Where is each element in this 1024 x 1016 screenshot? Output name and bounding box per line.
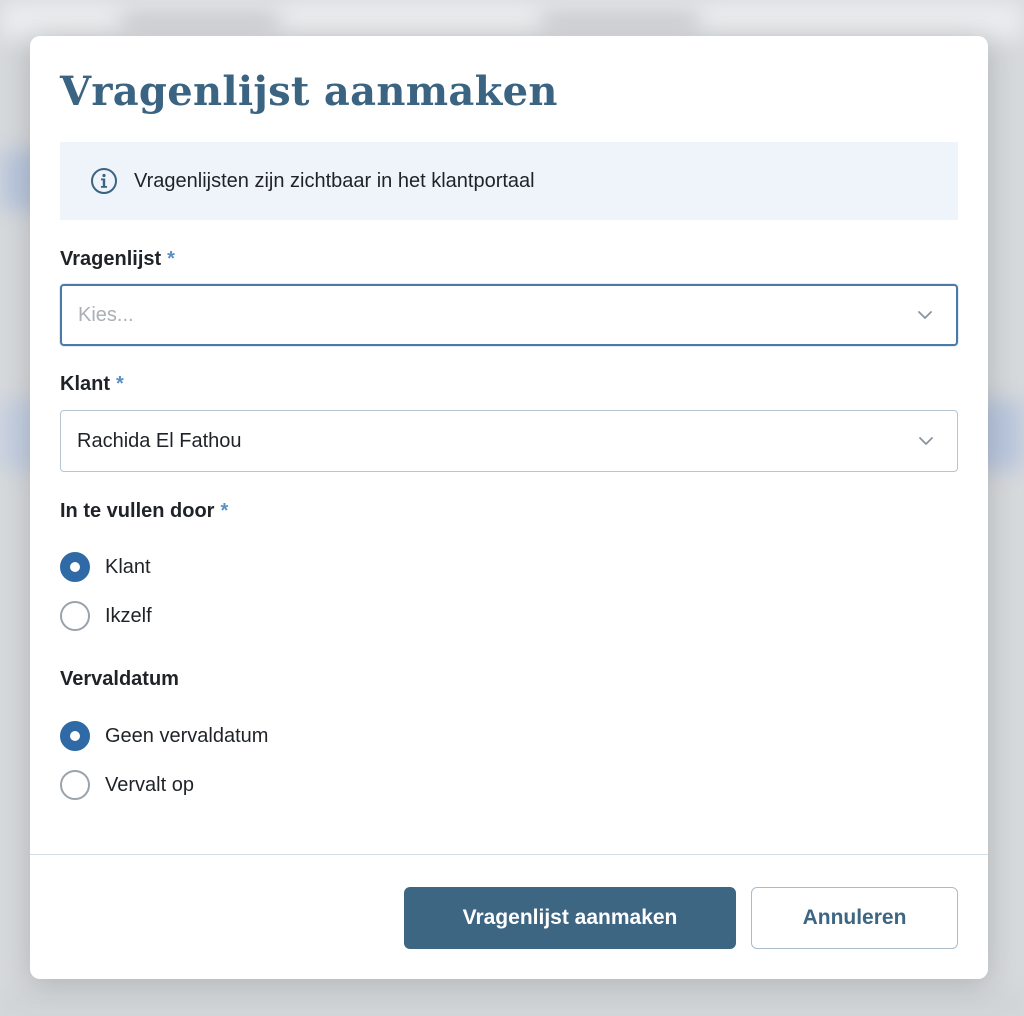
filled-by-label-text: In te vullen door — [60, 500, 215, 522]
radio-button-checked[interactable] — [60, 552, 90, 582]
filled-by-label: In te vullen door * — [60, 500, 228, 523]
cancel-button[interactable]: Annuleren — [751, 887, 958, 949]
questionnaire-label: Vragenlijst * — [60, 248, 175, 271]
client-value: Rachida El Fathou — [77, 429, 242, 452]
required-marker: * — [167, 248, 175, 270]
radio-label: Klant — [105, 555, 151, 578]
create-questionnaire-dialog: Vragenlijst aanmaken Vragenlijsten zijn … — [30, 36, 988, 979]
questionnaire-label-text: Vragenlijst — [60, 248, 162, 270]
radio-filled-by-self[interactable]: Ikzelf — [60, 601, 152, 631]
questionnaire-select[interactable]: Kies... — [60, 284, 958, 346]
expiry-label: Vervaldatum — [60, 668, 179, 691]
info-text: Vragenlijsten zijn zichtbaar in het klan… — [134, 169, 535, 192]
chevron-down-icon — [916, 306, 934, 324]
info-icon — [90, 167, 118, 195]
radio-button-checked[interactable] — [60, 721, 90, 751]
client-select[interactable]: Rachida El Fathou — [60, 410, 958, 472]
questionnaire-placeholder: Kies... — [78, 303, 134, 326]
radio-button[interactable] — [60, 770, 90, 800]
required-marker: * — [116, 373, 124, 395]
required-marker: * — [220, 500, 229, 522]
client-label-text: Klant — [60, 373, 110, 395]
chevron-down-icon — [917, 432, 935, 450]
create-questionnaire-button[interactable]: Vragenlijst aanmaken — [404, 887, 736, 949]
radio-button[interactable] — [60, 601, 90, 631]
radio-no-expiry[interactable]: Geen vervaldatum — [60, 721, 268, 751]
radio-label: Ikzelf — [105, 604, 152, 627]
radio-label: Geen vervaldatum — [105, 724, 269, 747]
radio-label: Vervalt op — [105, 773, 194, 796]
footer-divider — [30, 854, 988, 855]
dialog-title: Vragenlijst aanmaken — [60, 68, 558, 115]
client-label: Klant * — [60, 373, 124, 396]
info-banner: Vragenlijsten zijn zichtbaar in het klan… — [60, 142, 958, 220]
radio-expires-on[interactable]: Vervalt op — [60, 770, 194, 800]
radio-filled-by-client[interactable]: Klant — [60, 552, 151, 582]
expiry-label-text: Vervaldatum — [60, 668, 179, 690]
